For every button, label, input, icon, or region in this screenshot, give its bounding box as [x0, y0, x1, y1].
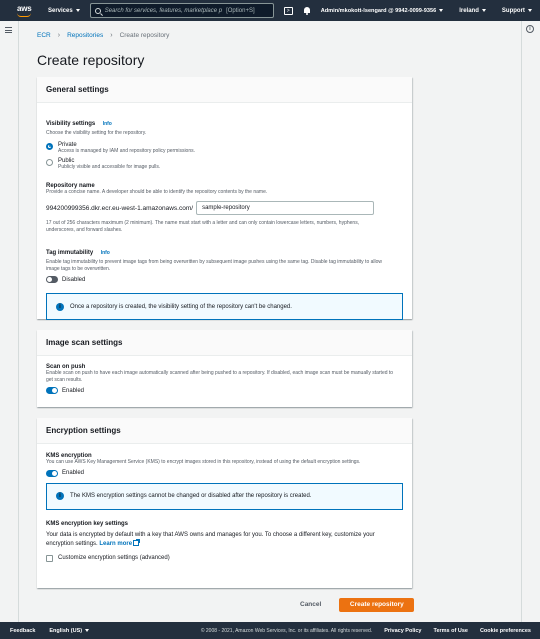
support-label: Support — [501, 7, 525, 14]
aws-logo-text: aws — [17, 3, 32, 13]
services-menu[interactable]: Services — [48, 8, 80, 14]
terms-of-use-link[interactable]: Terms of Use — [434, 628, 468, 634]
aws-logo[interactable]: aws — [16, 3, 34, 19]
caret-down-icon — [439, 9, 444, 12]
aws-smile-icon — [17, 13, 31, 17]
support-menu[interactable]: Support — [502, 8, 532, 14]
chevron-right-icon: › — [57, 32, 61, 39]
scan-on-push-state: Enabled — [62, 387, 85, 394]
public-radio[interactable] — [46, 159, 53, 166]
public-option[interactable]: Public Publicly visible and accessible f… — [46, 158, 403, 171]
private-desc: Access is managed by IAM and repository … — [58, 147, 196, 154]
image-scan-header: Image scan settings — [37, 330, 412, 356]
feedback-link[interactable]: Feedback — [10, 628, 35, 634]
customize-encryption-checkbox[interactable] — [46, 554, 53, 562]
visibility-info-link[interactable]: Info — [103, 121, 112, 127]
kms-alert-text: The KMS encryption settings cannot be ch… — [70, 493, 312, 499]
visibility-label: Visibility settings — [46, 121, 96, 127]
public-desc: Publicly visible and accessible for imag… — [58, 164, 161, 170]
kms-key-settings-text: Your data is encrypted by default with a… — [46, 531, 401, 549]
breadcrumb-current: Create repository — [119, 32, 170, 39]
page-title: Create repository — [37, 52, 145, 68]
private-option[interactable]: Private Access is managed by IAM and rep… — [46, 142, 403, 155]
left-rail-divider — [18, 21, 19, 622]
tag-immutability-desc: Enable tag immutability to prevent image… — [46, 259, 383, 272]
visibility-alert-text: Once a repository is created, the visibi… — [70, 303, 292, 310]
search-input[interactable]: Search for services, features, marketpla… — [89, 3, 274, 18]
scan-on-push-toggle[interactable] — [46, 387, 58, 394]
repo-name-input[interactable]: sample-repository — [196, 201, 375, 215]
top-nav: aws Services Search for services, featur… — [0, 0, 540, 21]
repo-uri-prefix: 994200999356.dkr.ecr.eu-west-1.amazonaws… — [46, 204, 194, 212]
external-link-icon — [133, 538, 141, 546]
kms-info-alert: i The KMS encryption settings cannot be … — [46, 482, 403, 510]
cookie-preferences-link[interactable]: Cookie preferences — [480, 628, 531, 634]
caret-down-icon — [481, 9, 486, 12]
encryption-header: Encryption settings — [37, 418, 412, 444]
kms-encryption-toggle[interactable] — [46, 469, 58, 477]
customize-encryption-option[interactable]: Customize encryption settings (advanced) — [46, 554, 403, 562]
privacy-policy-link[interactable]: Privacy Policy — [384, 628, 421, 634]
services-label: Services — [48, 7, 73, 14]
footer: Feedback English (US) © 2008 - 2021, Ama… — [0, 622, 540, 639]
breadcrumb: ECR › Repositories › Create repository — [37, 32, 169, 39]
info-circle-icon: i — [56, 492, 64, 500]
copyright-text: © 2008 - 2021, Amazon Web Services, Inc.… — [200, 627, 373, 634]
cancel-button[interactable]: Cancel — [290, 598, 331, 612]
tag-immutability-toggle[interactable] — [46, 276, 58, 283]
search-icon — [94, 7, 101, 14]
right-rail-divider — [521, 21, 522, 622]
chevron-right-icon: › — [110, 32, 113, 39]
general-settings-header: General settings — [37, 77, 412, 103]
private-radio[interactable] — [46, 142, 53, 150]
info-circle-icon: i — [56, 302, 64, 311]
create-repository-button[interactable]: Create repository — [339, 598, 415, 612]
general-settings-panel: General settings Visibility settings Inf… — [37, 77, 412, 320]
region-menu[interactable]: Ireland — [459, 8, 486, 14]
tag-immutability-label: Tag immutability — [46, 250, 94, 256]
kms-key-settings-body: Your data is encrypted by default with a… — [46, 531, 375, 547]
breadcrumb-repositories[interactable]: Repositories — [67, 32, 103, 39]
menu-hamburger-icon[interactable] — [5, 27, 12, 33]
search-shortcut: [Option+S] — [226, 7, 255, 14]
caret-down-icon — [75, 9, 80, 12]
visibility-info-alert: i Once a repository is created, the visi… — [46, 293, 403, 320]
info-panel-icon[interactable]: i — [526, 25, 534, 33]
breadcrumb-ecr[interactable]: ECR — [37, 32, 51, 39]
repo-name-desc: Provide a concise name. A developer shou… — [46, 188, 268, 195]
learn-more-link[interactable]: Learn more — [99, 541, 132, 547]
notifications-bell-icon[interactable] — [303, 6, 311, 15]
language-label: English (US) — [49, 627, 83, 634]
kms-key-settings-label: KMS encryption key settings — [46, 520, 129, 527]
caret-down-icon — [527, 9, 532, 12]
image-scan-panel: Image scan settings Scan on push Enable … — [37, 330, 412, 407]
cloudshell-icon[interactable]: > — [283, 6, 293, 15]
scan-on-push-desc: Enable scan on push to have each image a… — [46, 370, 394, 383]
customize-encryption-label: Customize encryption settings (advanced) — [58, 555, 170, 561]
tag-immutability-info-link[interactable]: Info — [101, 250, 110, 256]
repo-name-constraint: 17 out of 256 characters maximum (2 mini… — [46, 220, 360, 233]
kms-encryption-desc: You can use AWS Key Management Service (… — [46, 459, 361, 465]
language-menu[interactable]: English (US) — [49, 627, 90, 634]
caret-down-icon — [85, 629, 90, 632]
encryption-panel: Encryption settings KMS encryption You c… — [37, 418, 412, 588]
search-placeholder: Search for services, features, marketpla… — [104, 7, 223, 14]
account-label: Admin/mkokott-lsengard @ 9942-0099-9356 — [320, 7, 437, 14]
account-menu[interactable]: Admin/mkokott-lsengard @ 9942-0099-9356 — [321, 8, 444, 14]
form-actions: Cancel Create repository — [290, 598, 415, 612]
kms-encryption-state: Enabled — [62, 470, 85, 476]
visibility-desc: Choose the visibility setting for the re… — [46, 130, 147, 136]
region-label: Ireland — [459, 7, 479, 14]
tag-immutability-state: Disabled — [62, 276, 86, 283]
